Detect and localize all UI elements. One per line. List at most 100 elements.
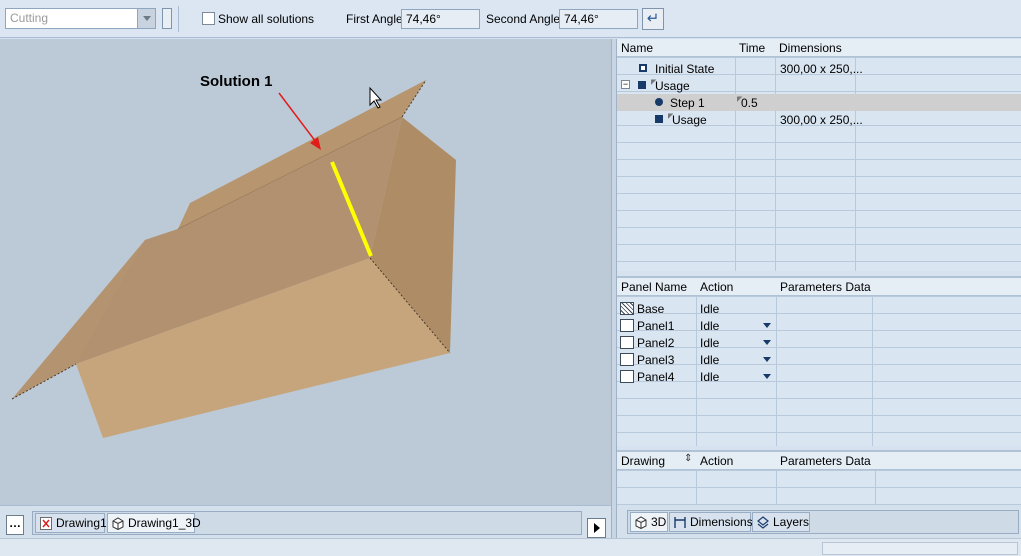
tab-dimensions-label: Dimensions	[690, 515, 753, 529]
table-row[interactable]: Base Idle	[617, 300, 1021, 317]
column-header-action[interactable]: Action	[698, 454, 733, 470]
table-row[interactable]: Panel1 Idle	[617, 317, 1021, 334]
panel-action[interactable]: Idle	[700, 353, 719, 367]
annotation-arrow	[278, 92, 320, 147]
drawing-table-header: Drawing ⇕ Action Parameters Data	[617, 452, 1021, 470]
first-angle-label: First Angle	[346, 12, 403, 26]
first-angle-field[interactable]: 74,46°	[401, 9, 480, 29]
step-time: 0.5	[741, 96, 758, 110]
cube-icon	[635, 516, 647, 529]
chevron-down-icon[interactable]	[763, 357, 771, 362]
column-header-drawing[interactable]: Drawing	[619, 454, 665, 470]
toolbar: Cutting Show all solutions First Angle 7…	[0, 0, 1021, 38]
first-angle-value: 74,46°	[406, 12, 441, 26]
step-dot-icon	[655, 98, 663, 106]
steps-table-header: Name Time Dimensions	[617, 39, 1021, 57]
panel-name: Panel1	[637, 319, 675, 333]
drawing-tabstrip: Drawing1 Drawing1_3D	[32, 511, 582, 535]
second-angle-label: Second Angle	[486, 12, 561, 26]
panels-table-header: Panel Name Action Parameters Data	[617, 278, 1021, 296]
3d-viewport[interactable]: Solution 1	[0, 39, 611, 505]
panel-icon	[620, 370, 634, 383]
tab-dimensions[interactable]: Dimensions	[669, 512, 753, 532]
right-tabstrip: 3D Dimensions Layers	[627, 510, 1019, 534]
chevron-down-icon[interactable]	[763, 340, 771, 345]
chevron-down-icon[interactable]	[763, 323, 771, 328]
step-name: Usage	[655, 79, 690, 93]
steps-panel: Name Time Dimensions Initial State 300,0…	[617, 39, 1021, 271]
panel-icon	[620, 319, 634, 332]
panels-panel: Panel Name Action Parameters Data Base I…	[617, 276, 1021, 446]
layers-icon	[757, 516, 769, 529]
tab-3d-label: 3D	[651, 515, 667, 529]
step-name: Step 1	[670, 96, 705, 110]
tab-drawing1[interactable]: Drawing1	[35, 513, 107, 533]
column-header-dimensions[interactable]: Dimensions	[777, 41, 842, 57]
chevron-down-icon[interactable]	[763, 374, 771, 379]
show-all-solutions-checkbox[interactable]	[202, 12, 215, 25]
column-header-name[interactable]: Name	[619, 41, 653, 57]
enter-arrow-icon: ↵	[646, 10, 660, 27]
tab-drawing1-3d[interactable]: Drawing1_3D	[107, 513, 201, 533]
3d-model-canvas: Solution 1	[11, 73, 456, 438]
table-row[interactable]: Panel4 Idle	[617, 368, 1021, 385]
tab-drawing1-3d-label: Drawing1_3D	[128, 516, 201, 530]
panel-name: Base	[637, 302, 665, 316]
status-bar	[0, 538, 1021, 556]
panel-action: Idle	[700, 302, 720, 316]
table-row[interactable]: Step 1 ◤ 0.5	[617, 94, 1021, 111]
column-header-action[interactable]: Action	[698, 280, 733, 296]
right-tab-bar: 3D Dimensions Layers	[617, 505, 1021, 538]
table-row[interactable]: Panel3 Idle	[617, 351, 1021, 368]
step-dimensions: 300,00 x 250,...	[780, 113, 863, 127]
play-button[interactable]	[587, 518, 606, 538]
table-row[interactable]: − ◤ Usage	[617, 77, 1021, 94]
second-angle-value: 74,46°	[564, 12, 599, 26]
mode-combo[interactable]: Cutting	[5, 8, 156, 29]
column-header-parameters-data[interactable]: Parameters Data	[778, 280, 871, 296]
state-outline-icon	[639, 64, 647, 72]
table-row[interactable]: ◤ Usage 300,00 x 250,...	[617, 111, 1021, 128]
panel-icon	[620, 353, 634, 366]
solution-label: Solution 1	[200, 73, 273, 90]
drawing-panel: Drawing ⇕ Action Parameters Data	[617, 450, 1021, 505]
step-name: Initial State	[655, 62, 715, 76]
tab-3d[interactable]: 3D	[630, 512, 668, 532]
mode-combo-value: Cutting	[10, 11, 49, 25]
step-dimensions: 300,00 x 250,...	[780, 62, 863, 76]
tab-layers[interactable]: Layers	[752, 512, 810, 532]
second-angle-field[interactable]: 74,46°	[559, 9, 638, 29]
column-header-time[interactable]: Time	[737, 41, 765, 57]
panel-name: Panel4	[637, 370, 675, 384]
step-name: Usage	[672, 113, 707, 127]
panel-base-icon	[620, 302, 634, 315]
table-row[interactable]: Panel2 Idle	[617, 334, 1021, 351]
drawing-2d-icon	[40, 517, 52, 530]
column-header-parameters-data[interactable]: Parameters Data	[778, 454, 871, 470]
state-icon	[655, 115, 663, 123]
table-row[interactable]: Initial State 300,00 x 250,...	[617, 60, 1021, 77]
tab-drawing1-label: Drawing1	[56, 516, 107, 530]
panel-name: Panel3	[637, 353, 675, 367]
cube-icon	[112, 517, 124, 530]
apply-angle-button[interactable]: ↵	[642, 8, 664, 30]
panel-name: Panel2	[637, 336, 675, 350]
column-header-panel-name[interactable]: Panel Name	[619, 280, 687, 296]
status-box	[822, 542, 1018, 555]
collapse-icon[interactable]: −	[621, 80, 630, 89]
show-all-solutions-label: Show all solutions	[218, 12, 315, 26]
toolbar-separator	[178, 6, 179, 32]
state-icon	[638, 81, 646, 89]
mouse-cursor-icon	[369, 86, 383, 109]
drawing-tab-bar: … Drawing1 Drawing1_3D	[0, 505, 611, 538]
more-options-button[interactable]: …	[6, 515, 24, 535]
panel-action[interactable]: Idle	[700, 319, 719, 333]
mode-options-button[interactable]	[162, 8, 172, 29]
chevron-down-icon[interactable]	[137, 9, 155, 28]
panel-action[interactable]: Idle	[700, 370, 719, 384]
box-model	[11, 79, 456, 438]
sort-updown-icon[interactable]: ⇕	[684, 453, 692, 464]
panel-icon	[620, 336, 634, 349]
tab-layers-label: Layers	[773, 515, 810, 529]
panel-action[interactable]: Idle	[700, 336, 719, 350]
